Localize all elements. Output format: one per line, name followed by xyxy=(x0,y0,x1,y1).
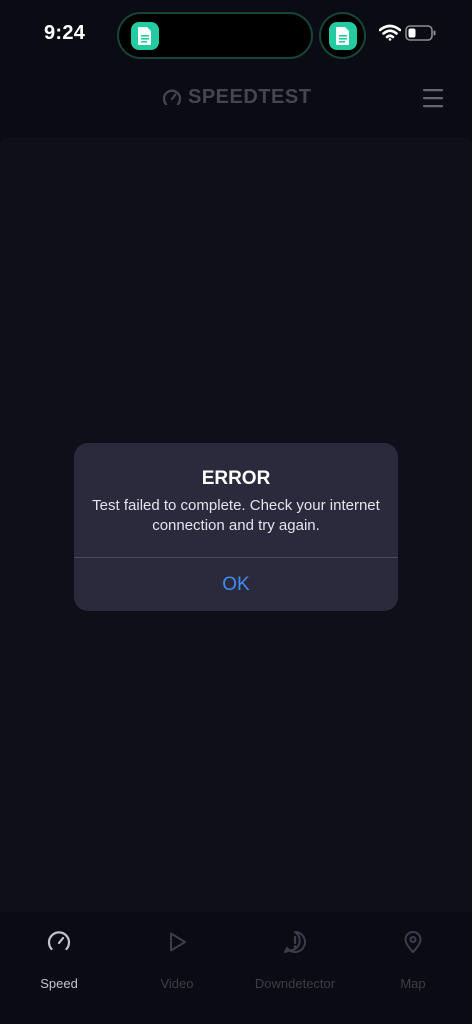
battery-icon xyxy=(405,25,436,41)
tab-video[interactable]: Video xyxy=(118,928,236,991)
tab-label: Map xyxy=(400,976,426,991)
map-pin-icon xyxy=(404,931,422,953)
alert-message: Test failed to complete. Check your inte… xyxy=(92,497,380,534)
brand-name: SPEEDTEST xyxy=(188,86,312,108)
dynamic-island-secondary[interactable] xyxy=(319,12,366,59)
tab-speed[interactable]: Speed xyxy=(0,928,118,991)
tab-downdetector[interactable]: Downdetector xyxy=(236,928,354,991)
status-bar: 9:24 xyxy=(0,0,472,70)
app-header: SPEEDTEST xyxy=(0,70,472,136)
error-alert-dialog: ERROR Test failed to complete. Check you… xyxy=(74,443,398,611)
dynamic-island[interactable] xyxy=(117,12,313,59)
ok-button[interactable]: OK xyxy=(74,558,398,611)
status-time: 9:24 xyxy=(44,22,86,44)
tab-label: Downdetector xyxy=(254,976,336,991)
document-app-icon xyxy=(329,22,357,50)
tab-bar: Speed Video Downdetector Map xyxy=(0,912,472,1024)
tab-map[interactable]: Map xyxy=(354,928,472,991)
speedtest-logo: SPEEDTEST xyxy=(162,86,311,109)
play-icon xyxy=(170,932,186,952)
screen: 9:24 SPEEDTEST ERROR Test failed to comp… xyxy=(0,0,472,1024)
hamburger-menu-icon[interactable] xyxy=(420,86,446,110)
speedometer-icon xyxy=(47,931,71,951)
tab-label: Speed xyxy=(40,976,78,991)
wifi-icon xyxy=(379,24,401,41)
alert-icon xyxy=(284,931,306,953)
speedometer-logo-icon xyxy=(162,89,182,105)
tab-label: Video xyxy=(160,976,194,991)
alert-title: ERROR xyxy=(201,468,271,489)
document-app-icon xyxy=(131,22,159,50)
